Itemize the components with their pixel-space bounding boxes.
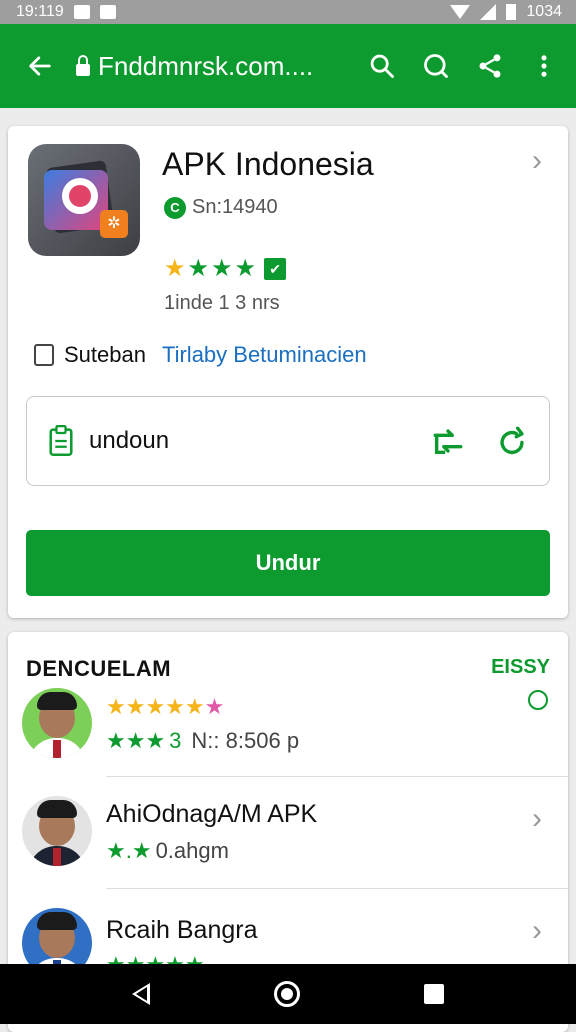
item-subtitle: ★.★ 0.ahgm (106, 838, 229, 863)
clipboard-icon (49, 425, 73, 456)
notification-icon (73, 5, 90, 19)
avatar (22, 688, 92, 758)
lock-icon (76, 55, 90, 76)
search-icon (370, 54, 394, 78)
avatar (22, 796, 92, 866)
more-vert-icon (541, 55, 547, 77)
nav-home-icon[interactable] (274, 981, 300, 1007)
status-bar: 19:119 1034 (0, 0, 576, 24)
nav-recents-icon[interactable] (424, 984, 444, 1004)
search-button[interactable] (364, 48, 400, 84)
menu-button[interactable] (526, 48, 562, 84)
share-button[interactable] (472, 48, 508, 84)
download-button[interactable]: Undur (26, 530, 550, 596)
back-button[interactable] (22, 48, 58, 84)
section-link[interactable]: EISSY (491, 656, 550, 679)
wifi-icon (450, 5, 471, 19)
package-id: Sn:14940 (192, 196, 278, 218)
list-item[interactable]: AhiOdnagA/M APK ★.★ 0.ahgm › (8, 776, 568, 888)
chevron-right-icon[interactable]: › (532, 144, 542, 178)
star-icon: ★ (234, 255, 257, 282)
refresh-icon[interactable] (495, 424, 529, 458)
star-icon: ★ (211, 255, 233, 282)
item-name: AhiOdnagA/M APK (106, 800, 318, 828)
chevron-right-icon[interactable]: › (532, 914, 542, 948)
download-field-label: undoun (89, 427, 170, 454)
share-icon (479, 54, 501, 78)
search-page-button[interactable] (418, 48, 454, 84)
app-title[interactable]: APK Indonesia (162, 146, 374, 183)
item-subtitle: ★★★ 3 N:: 8:506 p (106, 728, 300, 753)
magnifier-icon (424, 54, 448, 78)
checkbox[interactable] (34, 344, 54, 366)
signal-icon (480, 4, 497, 20)
installs-text: 1inde 1 3 nrs (164, 292, 280, 314)
checkbox-label: Suteban (64, 342, 146, 367)
status-right-text: 1034 (526, 3, 562, 20)
verified-icon: C (164, 196, 186, 219)
notification-icon-2 (99, 5, 116, 19)
checkbox-row[interactable]: Suteban Tirlaby Betuminacien (34, 342, 367, 368)
section-title: DENCUELAM (26, 656, 172, 681)
status-time: 19:119 (16, 3, 64, 20)
url-text: Fnddmnrsk.com.... (98, 50, 314, 81)
app-icon[interactable]: ✲ (28, 144, 140, 256)
item-name: Rcaih Bangra (106, 916, 258, 944)
star-icon: ★ (164, 255, 186, 282)
address-bar[interactable]: Fnddmnrsk.com.... (76, 51, 364, 82)
app-detail-card: ✲ APK Indonesia › C Sn:14940 ★ ★ ★ ★ ✔ 1… (8, 126, 568, 618)
nav-back-icon[interactable] (132, 983, 150, 1005)
item-stars: ★★★★★★ (106, 694, 225, 719)
system-nav-bar (0, 964, 576, 1024)
chevron-right-icon[interactable]: › (532, 802, 542, 836)
browser-toolbar: Fnddmnrsk.com.... (0, 24, 576, 108)
star-icon: ★ (187, 255, 210, 282)
download-field[interactable]: undoun (26, 396, 550, 486)
battery-icon (506, 4, 517, 20)
back-arrow-icon (29, 56, 51, 76)
package-info: C Sn:14940 (164, 196, 278, 219)
leaf-badge-icon: ✔ (264, 257, 287, 280)
info-link[interactable]: Tirlaby Betuminacien (162, 342, 367, 368)
cast-icon[interactable] (431, 424, 465, 458)
app-rating: ★ ★ ★ ★ ✔ (164, 254, 287, 283)
